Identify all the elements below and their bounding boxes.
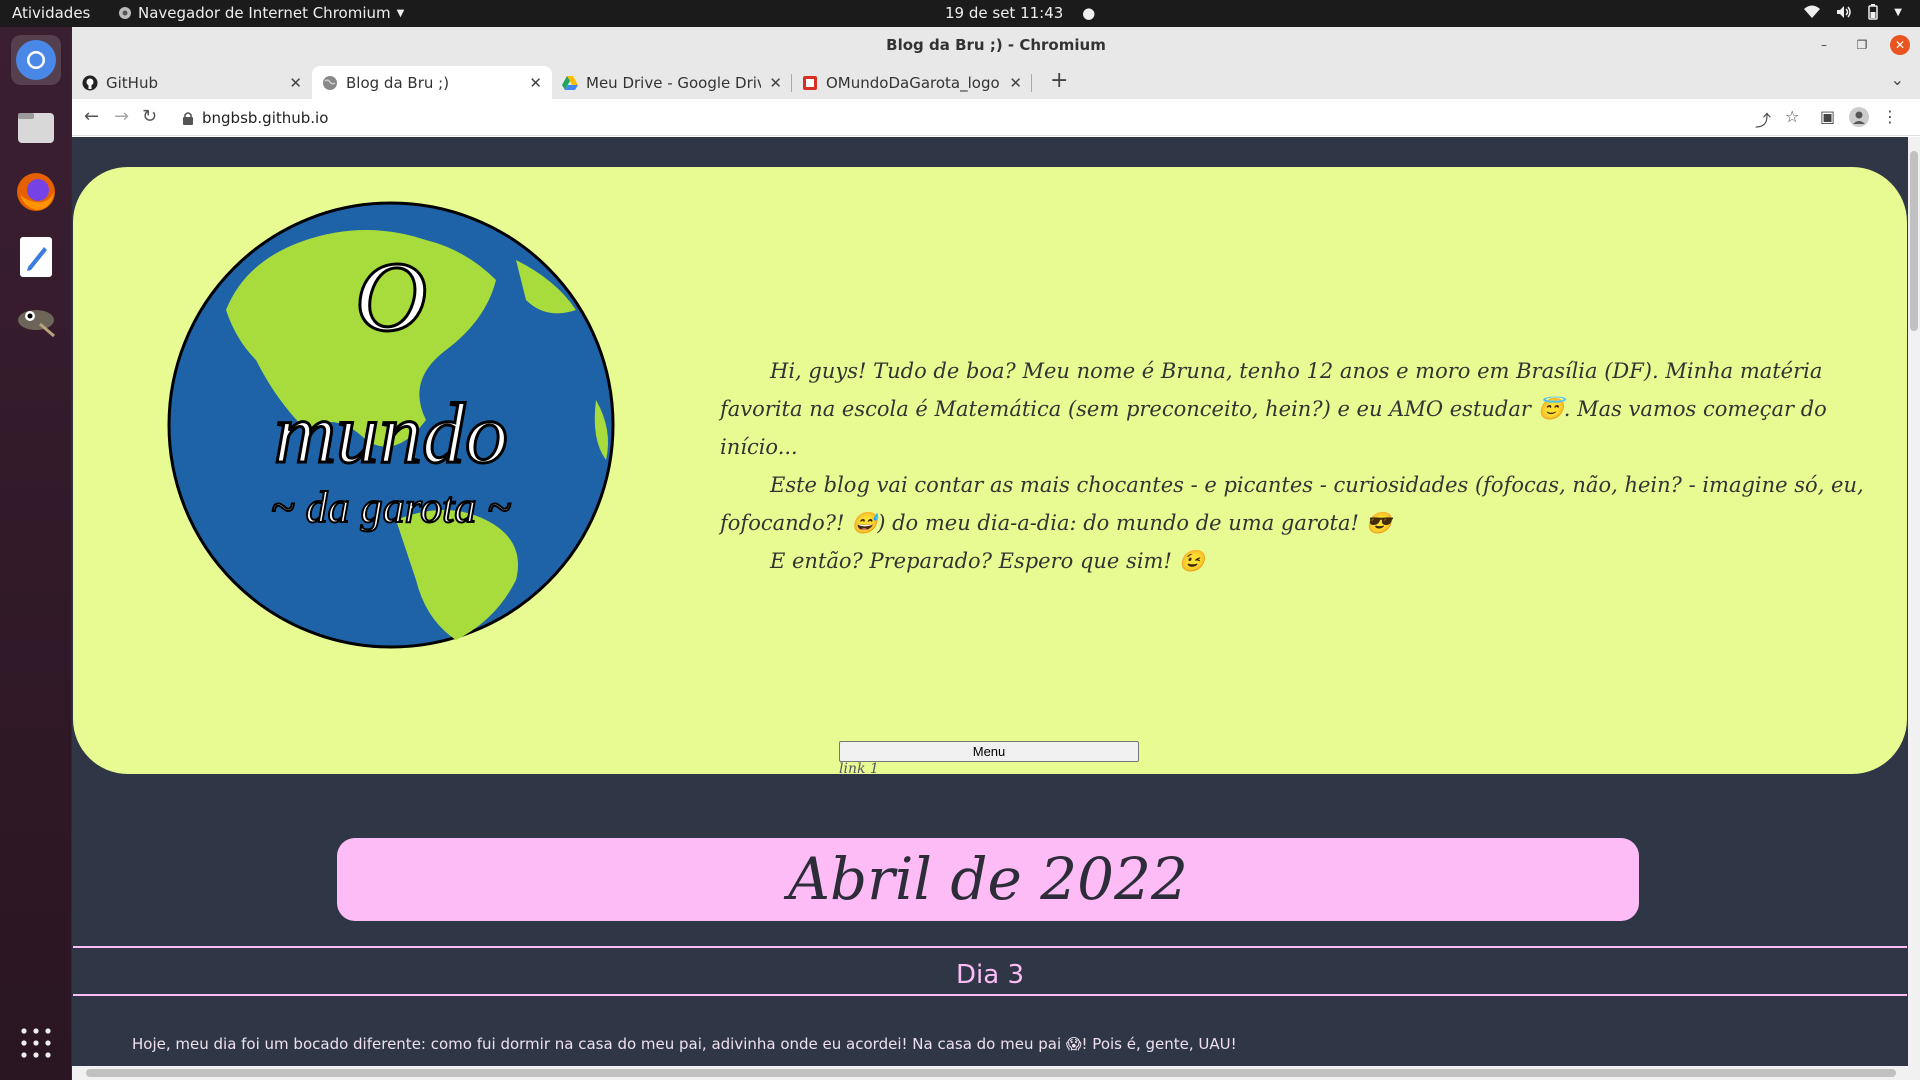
globe-logo-icon: O mundo ~ da garota ~ bbox=[167, 201, 615, 649]
tab-close-icon[interactable]: ✕ bbox=[769, 74, 782, 92]
share-icon[interactable]: ⤴ bbox=[1755, 107, 1771, 131]
notification-dot-icon: ● bbox=[1082, 4, 1096, 22]
chromium-icon[interactable] bbox=[11, 35, 61, 85]
title-bar[interactable]: Blog da Bru ;) - Chromium – ❐ ✕ bbox=[72, 27, 1920, 64]
battery-icon bbox=[1868, 4, 1879, 20]
tab-omundodagarota-logo[interactable]: OMundoDaGarota_logo - ✕ bbox=[792, 66, 1032, 99]
window-title: Blog da Bru ;) - Chromium bbox=[886, 36, 1106, 54]
profile-avatar-icon[interactable] bbox=[1849, 107, 1869, 131]
url-text: bngbsb.github.io bbox=[202, 108, 329, 127]
day-heading: Dia 3 bbox=[956, 960, 1024, 990]
gimp-icon[interactable] bbox=[11, 295, 61, 345]
browser-toolbar: ← → ↻ bngbsb.github.io ⤴ ☆ ▣ ⋮ bbox=[72, 99, 1920, 136]
intro-paragraph: Hi, guys! Tudo de boa? Meu nome é Bruna,… bbox=[720, 359, 1827, 459]
minimize-icon[interactable]: – bbox=[1814, 35, 1834, 55]
logo-line-1: O bbox=[355, 241, 427, 352]
logo-line-3: ~ da garota ~ bbox=[271, 483, 512, 532]
google-drive-icon bbox=[562, 75, 578, 90]
tab-close-icon[interactable]: ✕ bbox=[1009, 74, 1022, 92]
tab-strip: GitHub ✕ Blog da Bru ;) ✕ Meu Drive - Go… bbox=[72, 64, 1920, 99]
image-icon bbox=[803, 75, 817, 90]
tab-google-drive[interactable]: Meu Drive - Google Drive ✕ bbox=[552, 66, 792, 99]
close-window-icon[interactable]: ✕ bbox=[1890, 35, 1910, 55]
app-menu-label: Navegador de Internet Chromium bbox=[138, 4, 391, 22]
restore-icon[interactable]: ❐ bbox=[1852, 35, 1872, 55]
intro-text: Hi, guys! Tudo de boa? Meu nome é Bruna,… bbox=[720, 352, 1898, 580]
wifi-icon bbox=[1804, 5, 1821, 18]
tab-blog-da-bru[interactable]: Blog da Bru ;) ✕ bbox=[312, 66, 552, 99]
lock-icon bbox=[183, 111, 193, 125]
tab-title: OMundoDaGarota_logo - bbox=[826, 73, 1002, 92]
intro-paragraph: E então? Preparado? Espero que sim! 😉 bbox=[770, 549, 1205, 573]
month-heading: Abril de 2022 bbox=[337, 838, 1639, 921]
firefox-icon[interactable] bbox=[11, 167, 61, 217]
tab-title: GitHub bbox=[106, 73, 158, 92]
activities-button[interactable]: Atividades bbox=[12, 4, 90, 22]
globe-icon bbox=[323, 75, 337, 90]
apps-grid-icon[interactable] bbox=[20, 1027, 52, 1063]
dock bbox=[0, 27, 71, 1080]
kebab-menu-icon[interactable]: ⋮ bbox=[1882, 107, 1898, 126]
back-icon[interactable]: ← bbox=[84, 106, 99, 127]
volume-icon bbox=[1837, 6, 1852, 18]
address-bar[interactable]: bngbsb.github.io bbox=[182, 104, 1802, 131]
web-page: O mundo ~ da garota ~ Hi, guys! Tudo de … bbox=[72, 137, 1908, 1066]
horizontal-scrollbar[interactable] bbox=[72, 1066, 1920, 1080]
menu-button[interactable]: Menu bbox=[839, 741, 1139, 762]
tab-close-icon[interactable]: ✕ bbox=[529, 74, 542, 92]
intro-paragraph: Este blog vai contar as mais chocantes -… bbox=[720, 473, 1864, 535]
text-editor-icon[interactable] bbox=[11, 232, 61, 282]
post-text: Hoje, meu dia foi um bocado diferente: c… bbox=[132, 1035, 1237, 1053]
reload-icon[interactable]: ↻ bbox=[142, 106, 157, 127]
link-1[interactable]: link 1 bbox=[839, 761, 879, 777]
vertical-scrollbar[interactable] bbox=[1908, 137, 1920, 1066]
divider bbox=[73, 946, 1907, 948]
system-top-bar: Atividades Navegador de Internet Chromiu… bbox=[0, 0, 1920, 27]
bookmark-star-icon[interactable]: ☆ bbox=[1785, 107, 1799, 126]
tab-github[interactable]: GitHub ✕ bbox=[72, 66, 312, 99]
clock-label: 19 de set 11:43 bbox=[945, 4, 1064, 22]
tab-title: Blog da Bru ;) bbox=[346, 73, 450, 92]
tab-search-icon[interactable]: ⌄ bbox=[1891, 70, 1904, 89]
tab-close-icon[interactable]: ✕ bbox=[289, 74, 302, 92]
chromium-small-icon bbox=[119, 7, 131, 19]
clock[interactable]: 19 de set 11:43 ● bbox=[945, 4, 1095, 22]
chevron-down-icon: ▼ bbox=[1894, 6, 1902, 18]
browser-window: Blog da Bru ;) - Chromium – ❐ ✕ GitHub ✕… bbox=[72, 27, 1920, 1080]
forward-icon[interactable]: → bbox=[114, 106, 129, 127]
status-area[interactable]: ▼ bbox=[1804, 4, 1902, 20]
chevron-down-icon: ▼ bbox=[396, 7, 405, 19]
tab-title: Meu Drive - Google Drive bbox=[586, 73, 762, 92]
side-panel-icon[interactable]: ▣ bbox=[1820, 107, 1835, 126]
logo-line-2: mundo bbox=[274, 385, 508, 481]
divider bbox=[73, 994, 1907, 996]
new-tab-icon[interactable]: + bbox=[1050, 68, 1068, 93]
github-icon bbox=[82, 75, 98, 90]
files-icon[interactable] bbox=[11, 102, 61, 152]
app-menu[interactable]: Navegador de Internet Chromium ▼ bbox=[118, 4, 404, 22]
